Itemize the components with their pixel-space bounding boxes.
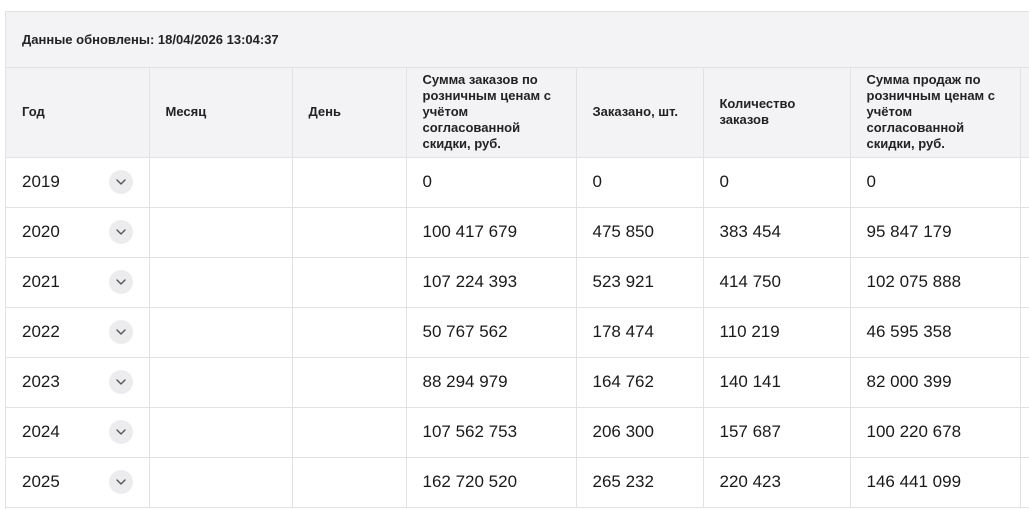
year-value: 2020 — [22, 222, 60, 241]
cell-orders-count: 220 423 — [703, 457, 851, 508]
table-header-row: Год Месяц День Сумма заказов по розничны… — [6, 68, 1029, 158]
cell-orders-sum: 88 294 979 — [406, 357, 577, 408]
column-header-year[interactable]: Год — [6, 68, 150, 158]
cell-year: 2022 — [6, 307, 150, 358]
cell-year: 2019 — [6, 157, 150, 208]
column-header-orders-sum[interactable]: Сумма заказов по розничным ценам с учёто… — [406, 68, 577, 158]
cell-ordered-qty: 0 — [576, 157, 704, 208]
cell-day — [292, 207, 407, 258]
table-row: 2020 100 417 679 475 850 383 454 95 847 179 — [6, 207, 1029, 258]
cell-sales-sum: 100 220 678 — [850, 407, 1021, 458]
column-header-day[interactable]: День — [292, 68, 407, 158]
cell-sales-sum: 95 847 179 — [850, 207, 1021, 258]
chevron-down-icon[interactable] — [108, 270, 133, 294]
cell-overflow — [1020, 157, 1029, 208]
year-value: 2019 — [22, 172, 60, 191]
cell-month — [149, 457, 293, 508]
year-value: 2022 — [22, 322, 60, 341]
year-value: 2023 — [22, 372, 60, 391]
cell-ordered-qty: 164 762 — [576, 357, 704, 408]
cell-ordered-qty: 265 232 — [576, 457, 704, 508]
cell-year: 2021 — [6, 257, 150, 308]
table-row: 2022 50 767 562 178 474 110 219 46 595 358 — [6, 307, 1029, 358]
cell-overflow — [1020, 257, 1029, 308]
cell-month — [149, 357, 293, 408]
chevron-down-icon[interactable] — [108, 470, 133, 494]
cell-orders-sum: 107 562 753 — [406, 407, 577, 458]
data-updated-banner: Данные обновлены: 18/04/2026 13:04:37 — [6, 12, 1029, 68]
cell-day — [292, 157, 407, 208]
cell-year: 2025 — [6, 457, 150, 508]
cell-month — [149, 157, 293, 208]
cell-day — [292, 457, 407, 508]
cell-orders-sum: 162 720 520 — [406, 457, 577, 508]
cell-day — [292, 357, 407, 408]
cell-overflow — [1020, 457, 1029, 508]
cell-sales-sum: 82 000 399 — [850, 357, 1021, 408]
table-row: 2021 107 224 393 523 921 414 750 102 075 888 — [6, 257, 1029, 308]
cell-month — [149, 307, 293, 358]
cell-orders-sum: 50 767 562 — [406, 307, 577, 358]
cell-day — [292, 307, 407, 358]
table-row: 2025 162 720 520 265 232 220 423 146 441 099 — [6, 457, 1029, 508]
cell-sales-sum: 102 075 888 — [850, 257, 1021, 308]
table-body: 2019 0 0 0 0 2020 100 417 679 475 850 383 454 95 … — [6, 157, 1029, 508]
cell-orders-count: 157 687 — [703, 407, 851, 458]
cell-orders-count: 414 750 — [703, 257, 851, 308]
chevron-down-icon[interactable] — [108, 320, 133, 344]
chevron-down-icon[interactable] — [108, 220, 133, 244]
cell-ordered-qty: 178 474 — [576, 307, 704, 358]
year-value: 2024 — [22, 422, 60, 441]
cell-sales-sum: 146 441 099 — [850, 457, 1021, 508]
cell-overflow — [1020, 357, 1029, 408]
year-value: 2021 — [22, 272, 60, 291]
sales-report-table: Год Месяц День Сумма заказов по розничны… — [6, 68, 1029, 508]
chevron-down-icon[interactable] — [108, 370, 133, 394]
cell-orders-sum: 100 417 679 — [406, 207, 577, 258]
table-row: 2019 0 0 0 0 — [6, 157, 1029, 208]
cell-orders-sum: 107 224 393 — [406, 257, 577, 308]
cell-orders-count: 110 219 — [703, 307, 851, 358]
cell-month — [149, 207, 293, 258]
column-header-orders-count[interactable]: Количество заказов — [703, 68, 851, 158]
cell-overflow — [1020, 207, 1029, 258]
cell-day — [292, 407, 407, 458]
cell-ordered-qty: 206 300 — [576, 407, 704, 458]
cell-orders-count: 0 — [703, 157, 851, 208]
data-updated-label: Данные обновлены: 18/04/2026 13:04:37 — [22, 32, 279, 47]
report-table-container: Данные обновлены: 18/04/2026 13:04:37 Го… — [5, 11, 1029, 509]
cell-year: 2023 — [6, 357, 150, 408]
cell-day — [292, 257, 407, 308]
column-header-ordered-qty[interactable]: Заказано, шт. — [576, 68, 704, 158]
cell-year: 2024 — [6, 407, 150, 458]
table-row: 2024 107 562 753 206 300 157 687 100 220 678 — [6, 407, 1029, 458]
cell-year: 2020 — [6, 207, 150, 258]
cell-sales-sum: 46 595 358 — [850, 307, 1021, 358]
table-row: 2023 88 294 979 164 762 140 141 82 000 399 — [6, 357, 1029, 408]
cell-overflow — [1020, 407, 1029, 458]
cell-orders-sum: 0 — [406, 157, 577, 208]
cell-ordered-qty: 475 850 — [576, 207, 704, 258]
column-header-sales-sum[interactable]: Сумма продаж по розничным ценам с учётом… — [850, 68, 1021, 158]
cell-orders-count: 140 141 — [703, 357, 851, 408]
cell-overflow — [1020, 307, 1029, 358]
chevron-down-icon[interactable] — [108, 170, 133, 194]
cell-month — [149, 407, 293, 458]
cell-month — [149, 257, 293, 308]
column-header-overflow — [1020, 68, 1029, 158]
cell-orders-count: 383 454 — [703, 207, 851, 258]
cell-sales-sum: 0 — [850, 157, 1021, 208]
year-value: 2025 — [22, 472, 60, 491]
cell-ordered-qty: 523 921 — [576, 257, 704, 308]
chevron-down-icon[interactable] — [108, 420, 133, 444]
column-header-month[interactable]: Месяц — [149, 68, 293, 158]
